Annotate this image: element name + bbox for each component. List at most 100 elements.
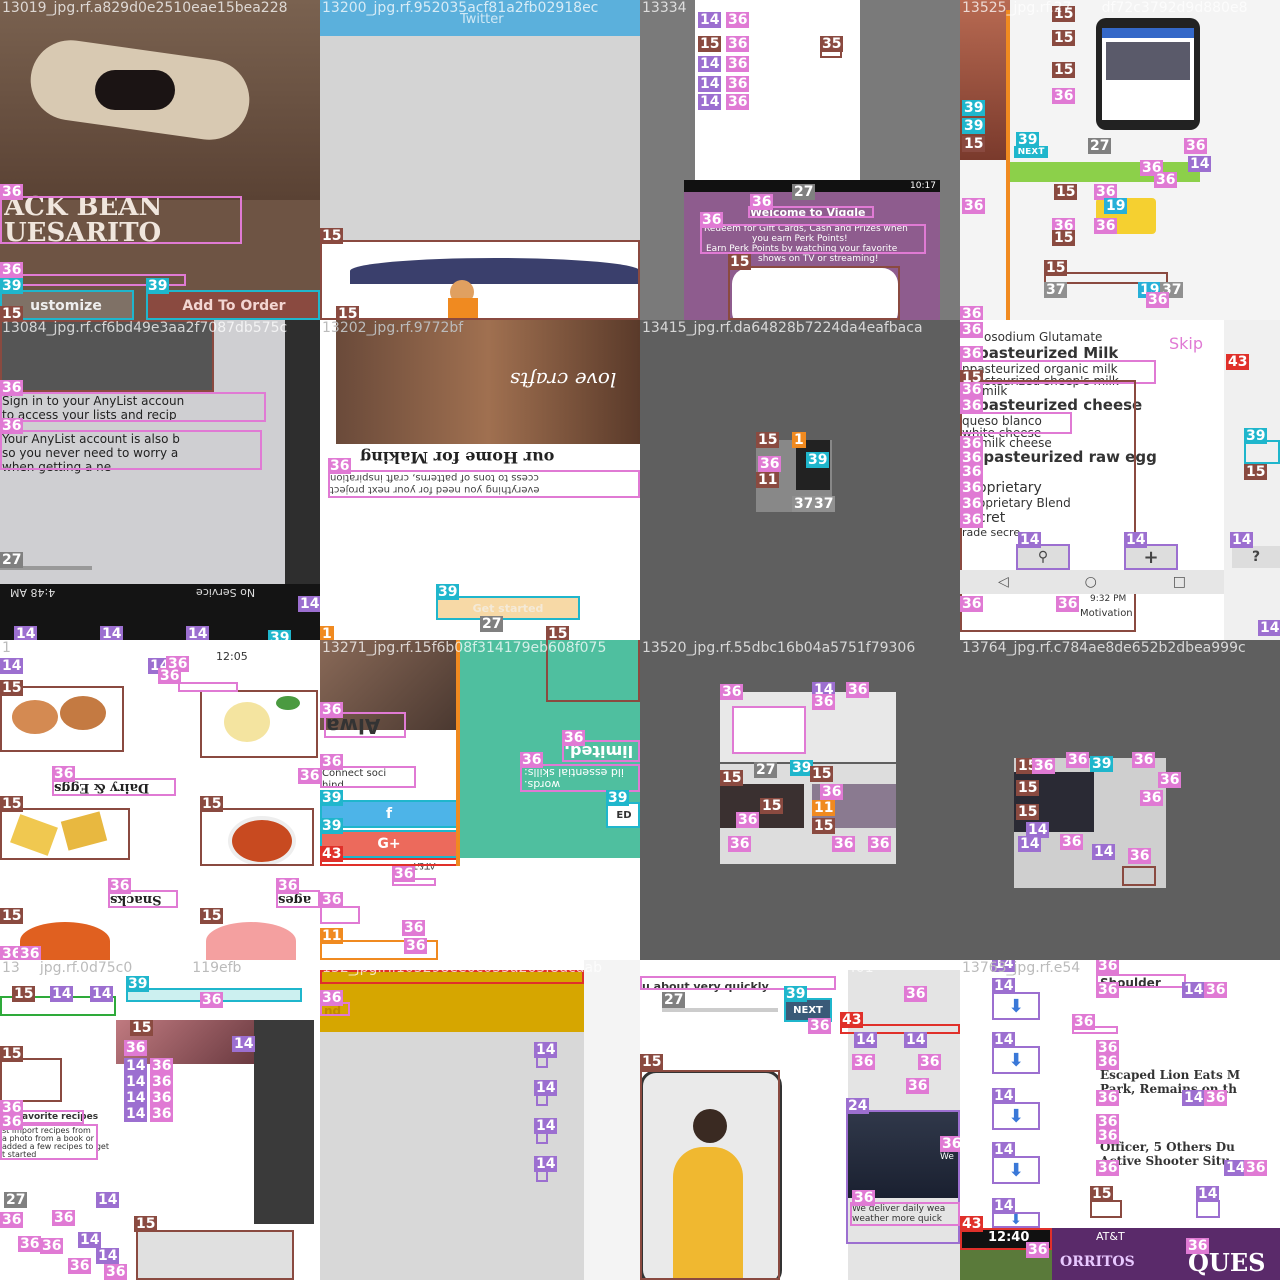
annotation-label: 36	[328, 458, 352, 474]
annotation-label: 36	[392, 866, 416, 882]
annotation-label: 36	[918, 1054, 942, 1070]
annotation-label: 36	[520, 752, 544, 768]
annotation-label: 14	[1182, 1090, 1206, 1106]
annotation-label: 27	[754, 762, 778, 778]
annotation-label: 14	[698, 94, 722, 110]
download-button[interactable]: ⬇	[992, 1046, 1040, 1074]
back-icon[interactable]: ◁	[998, 574, 1009, 590]
annotation-label: 36	[852, 1054, 876, 1070]
annotation-label: 15	[1054, 184, 1078, 200]
annotation-label: 36	[150, 1074, 174, 1090]
home-icon[interactable]: ○	[1085, 574, 1097, 590]
annotation-box	[520, 764, 640, 792]
annotation-label: 36	[150, 1106, 174, 1122]
annotation-label: 36	[562, 730, 586, 746]
promo-line-4: shows on TV or streaming!	[758, 254, 879, 264]
download-icon: ⬇	[1008, 1049, 1024, 1071]
filename-label: 13763_jpg.rf.e54	[962, 960, 1081, 976]
annotation-box	[0, 196, 242, 244]
filename-label: 13 jpg.rf.0d75c0 119efb	[2, 960, 242, 976]
annotation-label: 14	[1196, 1186, 1220, 1202]
annotation-label: 14	[698, 56, 722, 72]
annotation-box	[1006, 10, 1010, 320]
annotation-label: 36	[1052, 88, 1076, 104]
news-headline-4[interactable]: Active Shooter Situ	[1100, 1154, 1230, 1168]
annotation-label: 36	[1204, 1090, 1228, 1106]
dessert-image	[206, 922, 296, 960]
filename-label: 13334	[642, 0, 687, 16]
annotation-box	[146, 290, 320, 320]
annotation-label: 36	[1096, 1128, 1120, 1144]
download-button[interactable]: ⬇	[992, 1102, 1040, 1130]
annotation-label: 36	[808, 1018, 832, 1034]
annotation-label: 14	[14, 626, 38, 640]
annotation-label: 36	[0, 418, 24, 434]
annotation-label: 39	[784, 986, 808, 1002]
annotation-label: 39	[320, 790, 344, 806]
annotation-label: 36	[0, 262, 24, 278]
annotation-label: 14	[992, 978, 1016, 994]
annotation-label: 14	[854, 1032, 878, 1048]
annotation-label: 15	[1044, 260, 1068, 276]
annotation-label: 15	[1052, 30, 1076, 46]
annotation-label: 43	[320, 846, 344, 862]
annotation-label: 36	[736, 812, 760, 828]
annotation-label: 15	[698, 36, 722, 52]
download-button[interactable]: ⬇	[992, 1212, 1040, 1228]
download-icon: ⬇	[1008, 995, 1024, 1017]
annotation-label: 36	[1184, 138, 1208, 154]
annotation-label: 36	[1096, 1160, 1120, 1176]
annotation-label: 15	[1090, 1186, 1114, 1202]
right-edge	[584, 960, 640, 1280]
status-time: 12:05	[216, 650, 248, 663]
annotation-label: 39	[962, 100, 986, 116]
download-button[interactable]: ⬇	[992, 992, 1040, 1020]
help-icon: ?	[1251, 549, 1261, 565]
tile-news-app: NEXT 15 15 15 36 39 39 15 39 27 36 14 36…	[960, 0, 1280, 320]
annotation-label: 36	[960, 596, 984, 612]
download-button[interactable]: ⬇	[992, 1156, 1040, 1184]
annotation-label: 14	[90, 986, 114, 1002]
food-photo	[0, 0, 320, 200]
annotation-label: 14	[96, 1248, 120, 1264]
annotation-label: 36	[276, 878, 300, 894]
help-button[interactable]: ?	[1232, 546, 1280, 568]
annotation-label: 27	[1088, 138, 1112, 154]
annotation-label: 36	[726, 56, 750, 72]
annotation-label: 36	[960, 496, 984, 512]
nav-bar: ◁ ○ □	[960, 570, 1224, 594]
annotation-label: 27	[0, 552, 24, 568]
annotation-label: 15	[0, 908, 24, 924]
motivation-label: Motivation	[1080, 608, 1133, 619]
annotation-label: 14	[100, 626, 124, 640]
progress-bar	[662, 1008, 778, 1012]
annotation-label: 36	[960, 306, 984, 320]
annotation-label: 39	[436, 584, 460, 600]
annotation-label: 15	[200, 908, 224, 924]
annotation-label: 36	[1158, 772, 1182, 788]
skip-button[interactable]: Skip	[1162, 332, 1210, 354]
annotation-label: 36	[750, 194, 774, 210]
tile-recipes: 39 15 14 14 36 15 36 14 14 36 14 36 14 3…	[0, 960, 320, 1280]
annotation-label: 15	[720, 770, 744, 786]
annotation-label: 27	[4, 1192, 28, 1208]
news-headline-1[interactable]: Escaped Lion Eats M	[1100, 1068, 1240, 1082]
annotation-label: 36	[846, 682, 870, 698]
annotation-label: 36	[320, 892, 344, 908]
news-headline-3[interactable]: Officer, 5 Others Du	[1100, 1140, 1235, 1154]
annotation-label: 39	[268, 630, 292, 640]
annotation-label: 37	[812, 496, 836, 512]
filename-label: 13200_jpg.rf.952035acf81a2fb02918ec	[322, 0, 599, 16]
annotation-label: 14	[698, 12, 722, 28]
annotation-label: 14	[232, 1036, 256, 1052]
filename-label: 13764_jpg.rf.c784ae8de652b2dbea999c	[962, 640, 1246, 656]
tile-burrito: ACK BEAN UESARITO ustomize Add To Order …	[0, 0, 320, 320]
dark-panel	[254, 1020, 314, 1224]
recents-icon[interactable]: □	[1173, 574, 1186, 590]
annotation-label: 15	[546, 626, 570, 640]
annotation-label: 36	[962, 198, 986, 214]
annotation-label: 36	[906, 1078, 930, 1094]
annotation-label: 36	[1132, 752, 1156, 768]
annotation-label: 14	[124, 1106, 148, 1122]
annotation-label: 39	[1016, 132, 1040, 148]
